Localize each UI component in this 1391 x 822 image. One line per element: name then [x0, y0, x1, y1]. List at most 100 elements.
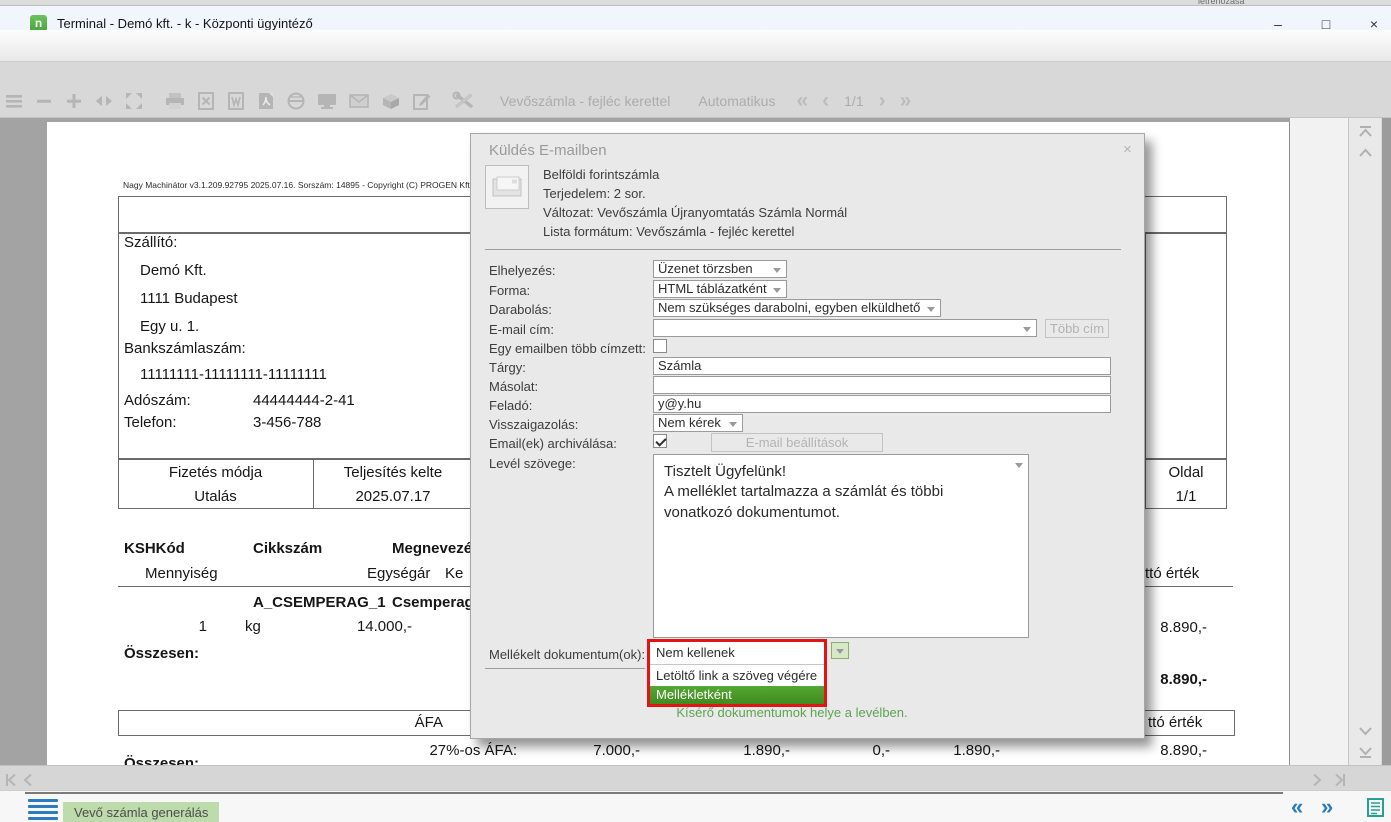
supplier-street: Egy u. 1. — [140, 318, 199, 335]
page-indicator: 1/1 — [844, 93, 863, 109]
supplier-name: Demó Kft. — [140, 262, 207, 279]
elhelyezes-select[interactable]: Üzenet törzsben — [653, 260, 787, 278]
fit-page-icon[interactable] — [124, 91, 144, 111]
dropdown-arrow-icon — [1015, 463, 1023, 468]
col-megnevezes: Megnevezés — [392, 540, 480, 557]
window-titlebar: n Terminal - Demó kft. - k - Központi üg… — [0, 6, 1391, 30]
vat-value-gross: 8.890,- — [1127, 742, 1207, 759]
email-beallitasok-button[interactable]: E-mail beállítások — [711, 433, 883, 452]
level-szovege-textarea[interactable]: Tisztelt Ügyfelünk! A melléklet tartalma… — [653, 454, 1029, 638]
tax-label: Adószám: — [124, 392, 191, 409]
print-icon[interactable] — [164, 91, 186, 111]
last-page-icon[interactable]: » — [900, 91, 912, 111]
scroll-top-icon[interactable] — [1358, 126, 1373, 138]
payment-header: Fizetés módja — [118, 464, 313, 481]
vat-value-2: 0,- — [810, 742, 890, 759]
application-window: letrehozasa n Terminal - Demó kft. - k -… — [0, 0, 1391, 822]
page-cell-value: 1/1 — [1145, 488, 1227, 505]
export-excel-icon[interactable] — [196, 91, 216, 111]
dropdown-arrow-icon — [773, 268, 781, 273]
visszaigazolas-label: Visszaigazolás: — [489, 417, 578, 432]
scroll-up-icon[interactable] — [1358, 148, 1373, 158]
page-cell-header: Oldal — [1145, 464, 1227, 481]
masolat-input[interactable] — [653, 376, 1111, 394]
settings-tools-icon[interactable] — [452, 91, 476, 111]
forma-select[interactable]: HTML táblázatként — [653, 280, 787, 298]
supplier-city: 1111 Budapest — [140, 290, 238, 307]
col-egysegar: Egységár — [367, 565, 430, 582]
preview-menu-icon[interactable] — [4, 91, 24, 111]
scroll-bottom-icon[interactable] — [1358, 746, 1373, 758]
scroll-leftmost-icon[interactable] — [5, 773, 17, 787]
visszaigazolas-select[interactable]: Nem kérek — [653, 414, 743, 432]
darabolas-select[interactable]: Nem szükséges darabolni, egyben elküldhe… — [653, 299, 941, 317]
status-first-icon[interactable]: « — [1291, 794, 1303, 820]
scroll-down-icon[interactable] — [1358, 726, 1373, 736]
targy-input[interactable]: Számla — [653, 357, 1111, 375]
zoom-in-icon[interactable] — [64, 91, 84, 111]
email-cim-select[interactable] — [653, 319, 1037, 337]
print-mode-label: Automatikus — [698, 93, 775, 109]
mellekelt-option-0[interactable]: Nem kellenek — [650, 642, 824, 664]
forma-value: HTML táblázatként — [658, 281, 767, 296]
status-menu-icon[interactable] — [28, 799, 58, 822]
scroll-right-icon[interactable] — [1312, 773, 1322, 787]
export-pdf-icon[interactable] — [256, 91, 276, 111]
vat-header-brutto-fragment: ttó érték — [1148, 714, 1202, 731]
mellekelt-option-selected[interactable]: Mellékletként — [650, 686, 824, 704]
tobb-cim-button[interactable]: Több cím — [1045, 319, 1109, 338]
email-cim-label: E-mail cím: — [489, 322, 554, 337]
forma-label: Forma: — [489, 283, 530, 298]
status-document-icon[interactable] — [1366, 797, 1385, 818]
archivalas-label: Email(ek) archiválása: — [489, 436, 617, 451]
tobb-cimzett-checkbox[interactable] — [653, 339, 667, 353]
felado-input[interactable]: y@y.hu — [653, 395, 1111, 413]
archive-box-icon[interactable] — [380, 91, 402, 111]
email-icon[interactable] — [348, 92, 370, 110]
total-label: Összesen: — [124, 645, 199, 662]
fit-width-icon[interactable] — [94, 91, 114, 111]
dialog-close-icon[interactable]: × — [1123, 141, 1132, 158]
darabolas-value: Nem szükséges darabolni, egyben elküldhe… — [658, 300, 920, 315]
zoom-out-icon[interactable] — [34, 91, 54, 111]
dialog-title: Küldés E-mailben — [489, 142, 607, 159]
payment-value: Utalás — [118, 488, 313, 505]
dropdown-arrow-icon — [773, 288, 781, 293]
vat-value-1: 1.890,- — [710, 742, 790, 759]
fulfil-value: 2025.07.17 — [313, 488, 473, 505]
bank-number: 11111111-11111111-11111111 — [140, 366, 327, 383]
first-page-icon[interactable]: « — [796, 91, 808, 111]
dialog-info-variant: Változat: Vevőszámla Újranyomtatás Száml… — [543, 205, 847, 220]
col-kedv-fragment: Ke — [445, 565, 463, 582]
mellekelt-dropdown-button[interactable] — [831, 642, 849, 659]
item-price: 14.000,- — [347, 618, 412, 635]
prev-page-icon[interactable]: ‹ — [822, 91, 829, 111]
targy-label: Tárgy: — [489, 360, 526, 375]
dropdown-arrow-icon — [836, 649, 844, 654]
dropdown-arrow-icon — [729, 422, 737, 427]
mellekelt-label: Mellékelt dokumentum(ok): — [489, 647, 645, 662]
screen-view-icon[interactable] — [316, 91, 338, 111]
edit-icon[interactable] — [412, 91, 432, 111]
darabolas-label: Darabolás: — [489, 302, 552, 317]
vat-value-base: 7.000,- — [560, 742, 640, 759]
mellekelt-option-1[interactable]: Letöltő link a szöveg végére — [650, 664, 824, 686]
export-word-icon[interactable] — [226, 91, 246, 111]
level-szovege-text: Tisztelt Ügyfelünk! A melléklet tartalma… — [654, 455, 1028, 530]
col-mennyiseg: Mennyiség — [145, 565, 218, 582]
item-unit: kg — [245, 618, 261, 635]
scroll-rightmost-icon[interactable] — [1334, 773, 1346, 787]
browser-icon[interactable] — [286, 91, 306, 111]
masolat-label: Másolat: — [489, 379, 538, 394]
scroll-left-icon[interactable] — [23, 773, 33, 787]
vat-row-label: 27%-os ÁFA: — [377, 742, 517, 759]
item-qty: 1 — [177, 618, 207, 635]
archivalas-checkbox[interactable] — [653, 434, 667, 448]
mellekelt-dropdown-annotated[interactable]: Nem kellenek Letöltő link a szöveg végér… — [647, 639, 827, 707]
dialog-separator — [485, 249, 1121, 250]
preview-vertical-scrollbar[interactable] — [1348, 118, 1381, 765]
next-page-icon[interactable]: › — [879, 91, 886, 111]
preview-horizontal-scrollbar[interactable] — [0, 765, 1391, 790]
status-last-icon[interactable]: » — [1321, 794, 1333, 820]
form-bottom-separator — [485, 668, 645, 669]
